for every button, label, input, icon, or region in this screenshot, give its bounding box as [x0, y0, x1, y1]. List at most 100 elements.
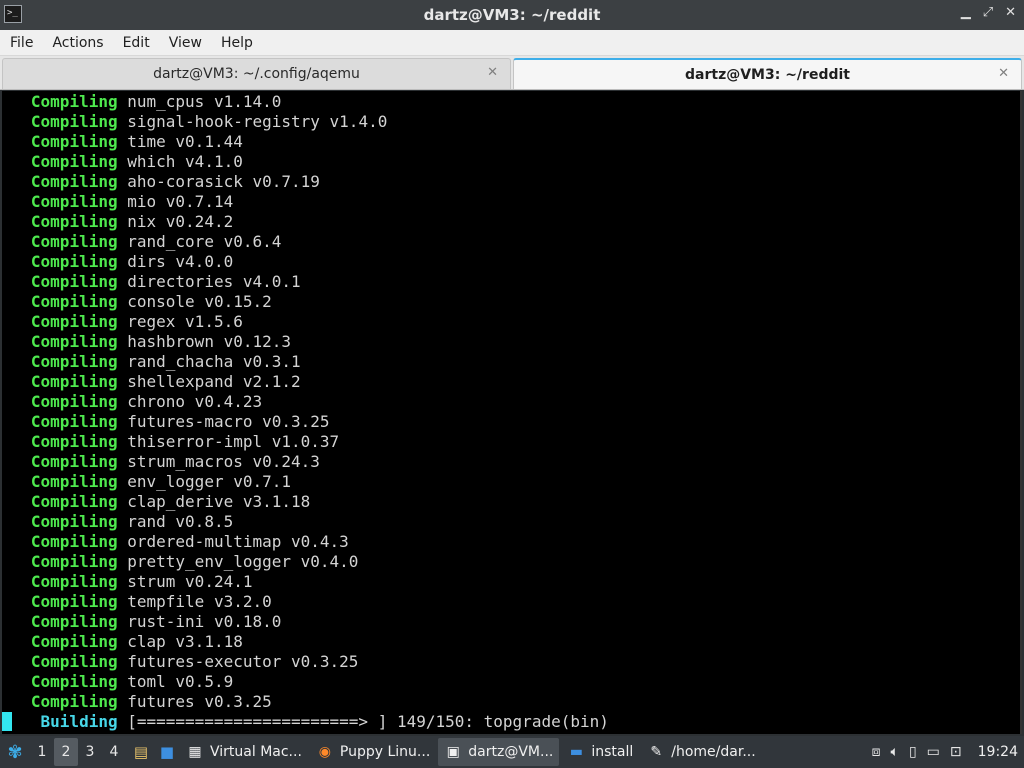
terminal-line: Compiling toml v0.5.9 [2, 672, 609, 692]
tab-label: dartz@VM3: ~/.config/aqemu [153, 66, 360, 82]
maximize-icon[interactable]: ⤢ [983, 5, 993, 20]
terminal-line: Compiling console v0.15.2 [2, 292, 609, 312]
terminal-line: Compiling futures v0.3.25 [2, 692, 609, 712]
terminal-view[interactable]: Compiling num_cpus v1.14.0 Compiling sig… [2, 91, 1022, 734]
task-label: Puppy Linu... [339, 744, 431, 760]
compile-verb: Compiling [30, 392, 118, 411]
menu-edit[interactable]: Edit [123, 35, 161, 51]
virtualbox-icon: ▦ [188, 744, 202, 760]
task-label: /home/dar... [671, 744, 756, 760]
network-icon[interactable]: ⊡ [950, 744, 962, 760]
compile-verb: Compiling [30, 612, 118, 631]
menu-file[interactable]: File [10, 35, 44, 51]
desktop-1[interactable]: 1 [30, 738, 54, 766]
build-progress-text: [=======================> ] 149/150: top… [127, 712, 609, 731]
crate-name: strum_macros v0.24.3 [127, 452, 320, 471]
desktop-4[interactable]: 4 [102, 738, 126, 766]
volume-icon[interactable]: 🔈︎ [891, 744, 899, 760]
compile-verb: Compiling [30, 332, 118, 351]
terminal-line: Compiling signal-hook-registry v1.4.0 [2, 112, 609, 132]
crate-name: regex v1.5.6 [127, 312, 243, 331]
terminal-line: Compiling dirs v4.0.0 [2, 252, 609, 272]
terminal-line: Compiling tempfile v3.2.0 [2, 592, 609, 612]
crate-name: num_cpus v1.14.0 [127, 92, 282, 111]
terminal-line: Compiling time v0.1.44 [2, 132, 609, 152]
compile-verb: Compiling [30, 492, 118, 511]
crate-name: hashbrown v0.12.3 [127, 332, 292, 351]
crate-name: rand_core v0.6.4 [127, 232, 282, 251]
terminal-line: Compiling pretty_env_logger v0.4.0 [2, 552, 609, 572]
terminal-line: Compiling thiserror-impl v1.0.37 [2, 432, 609, 452]
crate-name: tempfile v3.2.0 [127, 592, 272, 611]
terminal-line: Compiling nix v0.24.2 [2, 212, 609, 232]
media-icon[interactable]: ⧈ [872, 744, 881, 760]
terminal-line: Compiling rand_core v0.6.4 [2, 232, 609, 252]
terminal-app-icon[interactable]: >_ [4, 5, 22, 23]
start-menu-icon[interactable]: ✾ [0, 736, 30, 768]
compile-verb: Compiling [30, 232, 118, 251]
taskbar: ✾ 1 2 3 4 ▤ ■ ▦ Virtual Mac... ◉ Puppy L… [0, 736, 1024, 768]
compile-verb: Compiling [30, 672, 118, 691]
terminal-icon: ▣ [446, 744, 460, 760]
window-titlebar[interactable]: >_ dartz@VM3: ~/reddit ▁ ⤢ ✕ [0, 0, 1024, 30]
terminal-line: Compiling clap_derive v3.1.18 [2, 492, 609, 512]
compile-verb: Compiling [30, 512, 118, 531]
clipboard-icon[interactable]: ▯ [909, 744, 917, 760]
tab-close-icon[interactable]: ✕ [487, 65, 498, 80]
tab-close-icon[interactable]: ✕ [998, 66, 1009, 81]
terminal-scrollbar[interactable] [1020, 91, 1022, 734]
crate-name: toml v0.5.9 [127, 672, 234, 691]
window-title: dartz@VM3: ~/reddit [423, 6, 601, 24]
task-text-editor[interactable]: ✎ /home/dar... [641, 738, 761, 766]
menu-help[interactable]: Help [221, 35, 264, 51]
desktop-2[interactable]: 2 [54, 738, 78, 766]
compile-verb: Compiling [30, 472, 118, 491]
building-verb: Building [40, 712, 118, 731]
terminal-line: Compiling directories v4.0.1 [2, 272, 609, 292]
compile-verb: Compiling [30, 92, 118, 111]
compile-verb: Compiling [30, 652, 118, 671]
compile-verb: Compiling [30, 292, 118, 311]
terminal-output: Compiling num_cpus v1.14.0 Compiling sig… [2, 92, 609, 732]
system-tray: ⧈ 🔈︎ ▯ ▭ ⊡ 19:24 [872, 744, 1024, 760]
menu-actions[interactable]: Actions [52, 35, 114, 51]
compile-verb: Compiling [30, 132, 118, 151]
terminal-line: Compiling num_cpus v1.14.0 [2, 92, 609, 112]
terminal-line: Compiling futures-macro v0.3.25 [2, 412, 609, 432]
compile-verb: Compiling [30, 312, 118, 331]
crate-name: nix v0.24.2 [127, 212, 234, 231]
crate-name: which v4.1.0 [127, 152, 243, 171]
close-icon[interactable]: ✕ [1005, 5, 1016, 20]
crate-name: thiserror-impl v1.0.37 [127, 432, 340, 451]
show-desktop-icon[interactable]: ■ [156, 741, 178, 763]
terminal-line: Compiling futures-executor v0.3.25 [2, 652, 609, 672]
task-virtual-machine[interactable]: ▦ Virtual Mac... [180, 738, 308, 766]
task-install-folder[interactable]: ▬ install [561, 738, 639, 766]
crate-name: signal-hook-registry v1.4.0 [127, 112, 388, 131]
compile-verb: Compiling [30, 352, 118, 371]
display-icon[interactable]: ▭ [927, 744, 940, 760]
desktop-3[interactable]: 3 [78, 738, 102, 766]
minimize-icon[interactable]: ▁ [961, 5, 971, 20]
compile-verb: Compiling [30, 212, 118, 231]
file-manager-icon[interactable]: ▤ [130, 741, 152, 763]
crate-name: ordered-multimap v0.4.3 [127, 532, 349, 551]
clock[interactable]: 19:24 [978, 744, 1018, 760]
crate-name: futures-macro v0.3.25 [127, 412, 330, 431]
crate-name: chrono v0.4.23 [127, 392, 263, 411]
crate-name: clap v3.1.18 [127, 632, 243, 651]
build-progress-line: Building [=======================> ] 149… [2, 712, 609, 732]
compile-verb: Compiling [30, 172, 118, 191]
crate-name: futures v0.3.25 [127, 692, 272, 711]
terminal-line: Compiling ordered-multimap v0.4.3 [2, 532, 609, 552]
task-firefox[interactable]: ◉ Puppy Linu... [310, 738, 436, 766]
tab-reddit[interactable]: dartz@VM3: ~/reddit ✕ [513, 58, 1022, 89]
task-terminal[interactable]: ▣ dartz@VM... [438, 738, 560, 766]
compile-verb: Compiling [30, 372, 118, 391]
compile-verb: Compiling [30, 252, 118, 271]
compile-verb: Compiling [30, 412, 118, 431]
tab-aqemu[interactable]: dartz@VM3: ~/.config/aqemu ✕ [2, 58, 511, 89]
menu-view[interactable]: View [169, 35, 213, 51]
crate-name: env_logger v0.7.1 [127, 472, 292, 491]
terminal-line: Compiling shellexpand v2.1.2 [2, 372, 609, 392]
